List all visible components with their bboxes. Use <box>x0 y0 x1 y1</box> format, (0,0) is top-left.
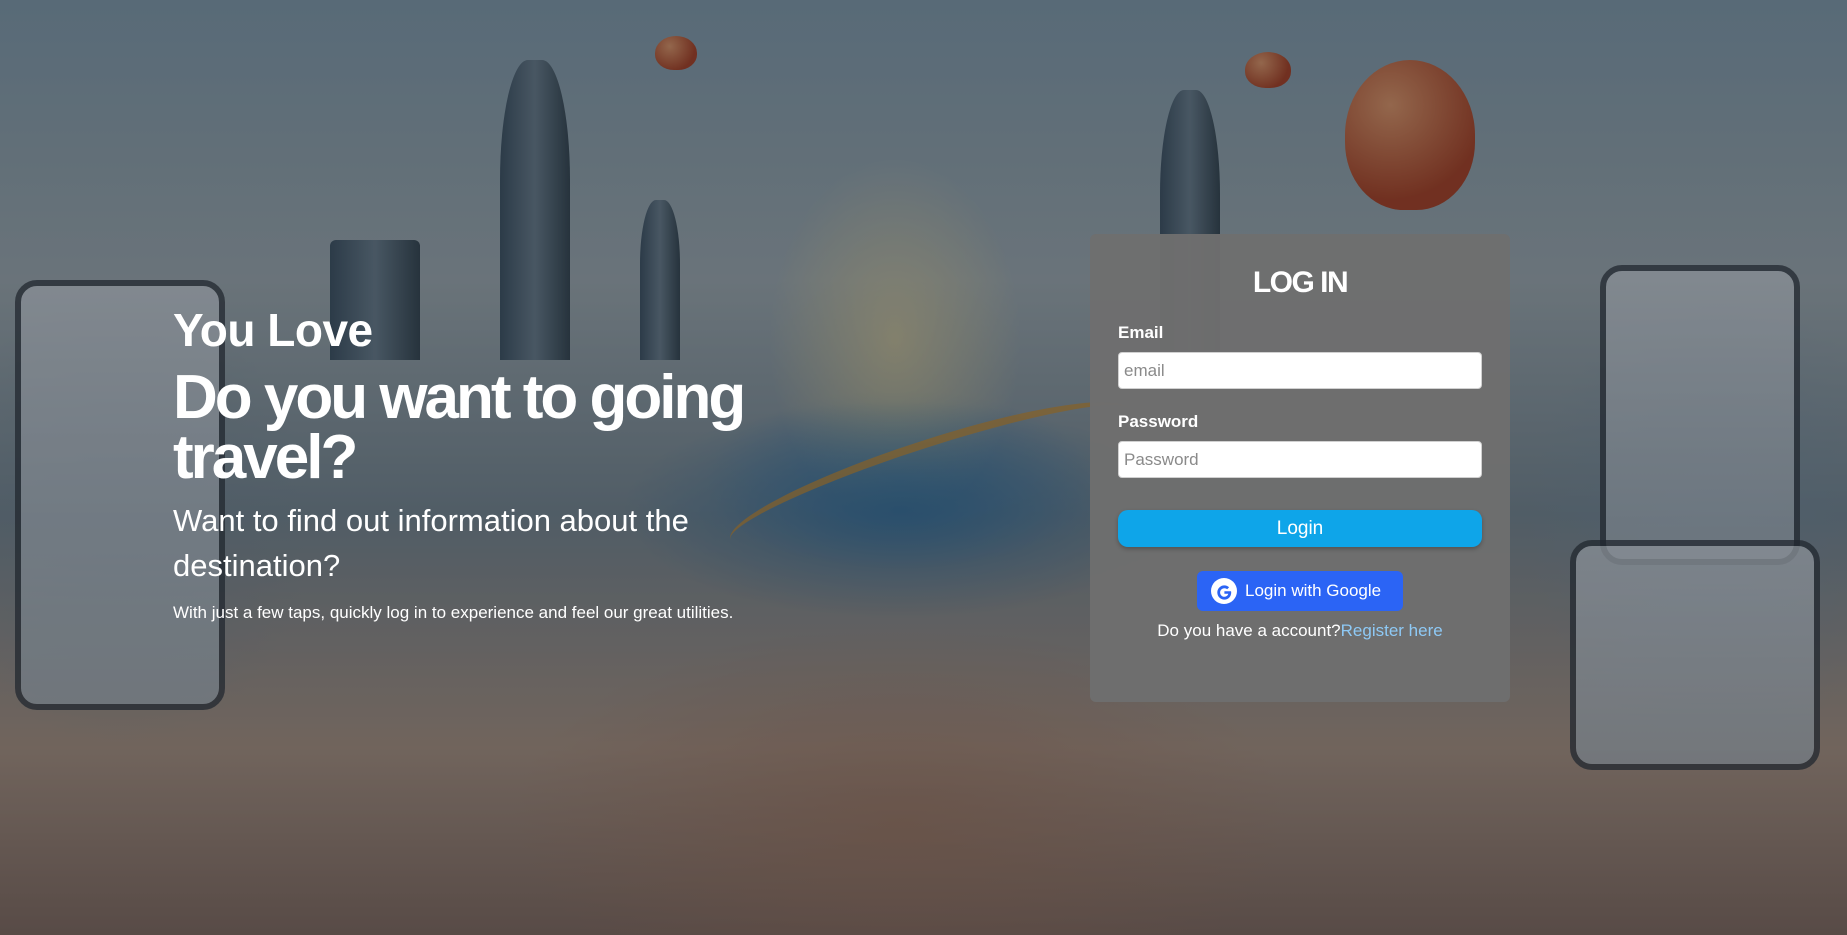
email-field[interactable] <box>1118 352 1482 389</box>
hero-note: With just a few taps, quickly log in to … <box>173 603 734 622</box>
email-label: Email <box>1118 323 1164 342</box>
hero-eyebrow: You Love <box>173 304 373 356</box>
register-link[interactable]: Register here <box>1341 621 1443 640</box>
account-prompt: Do you have a account? <box>1157 621 1341 640</box>
password-label: Password <box>1118 412 1199 431</box>
hero-section: You Love Do you want to going travel? Wa… <box>173 300 813 624</box>
hero-subtitle: Want to find out information about the d… <box>173 503 689 583</box>
register-line: Do you have a account?Register here <box>1118 621 1482 641</box>
google-icon <box>1211 578 1237 604</box>
login-button[interactable]: Login <box>1118 510 1482 547</box>
login-page: You Love Do you want to going travel? Wa… <box>0 0 1847 935</box>
google-login-button[interactable]: Login with Google <box>1197 571 1403 611</box>
password-field[interactable] <box>1118 441 1482 478</box>
login-card: LOG IN Email Password Login Login with G… <box>1090 234 1510 702</box>
hero-title: Do you want to going travel? <box>173 363 746 492</box>
google-login-label: Login with Google <box>1245 581 1382 600</box>
login-title: LOG IN <box>1252 266 1349 299</box>
